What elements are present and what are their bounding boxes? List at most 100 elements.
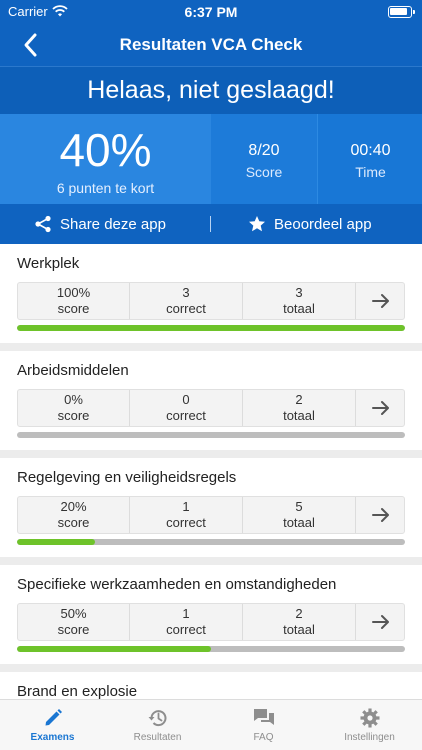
- action-bar: Share deze app Beoordeel app: [0, 204, 422, 244]
- category-progress-bar: [17, 539, 405, 545]
- metric-value: 1: [182, 499, 190, 514]
- share-app-button[interactable]: Share deze app: [34, 204, 166, 244]
- correct-metric: 3 correct: [129, 283, 242, 319]
- category-title: Regelgeving en veiligheidsregels: [17, 469, 237, 486]
- metric-label: score: [57, 408, 90, 423]
- category-card-arbeidsmiddelen: Arbeidsmiddelen 0% score 0 correct 2 totaal: [0, 351, 422, 450]
- page-title: Resultaten VCA Check: [119, 35, 303, 54]
- arrow-right-icon: [372, 508, 389, 522]
- result-headline: Helaas, niet geslaagd!: [0, 66, 422, 114]
- metric-label: score: [57, 622, 90, 637]
- time-value: 00:40: [350, 142, 391, 159]
- battery-icon: [388, 6, 415, 18]
- metric-value: 2: [295, 392, 303, 407]
- score-metric: 100% score: [18, 283, 129, 319]
- metric-label: correct: [166, 408, 206, 423]
- score-metric: 0% score: [18, 390, 129, 426]
- category-metrics: 100% score 3 correct 3 totaal: [17, 282, 405, 320]
- category-detail-button[interactable]: [355, 283, 406, 319]
- category-title: Brand en explosie: [17, 683, 138, 699]
- metric-value: 50%: [60, 606, 87, 621]
- rate-app-button[interactable]: Beoordeel app: [248, 204, 372, 244]
- metric-value: 3: [295, 285, 303, 300]
- metric-label: totaal: [283, 622, 315, 637]
- category-card-werkplek: Werkplek 100% score 3 correct 3 totaal: [0, 244, 422, 343]
- category-detail-button[interactable]: [355, 390, 406, 426]
- category-detail-button[interactable]: [355, 604, 406, 640]
- status-bar: Carrier 6:37 PM: [0, 0, 422, 24]
- metric-label: totaal: [283, 408, 315, 423]
- metric-value: 2: [295, 606, 303, 621]
- metric-value: 100%: [56, 285, 91, 300]
- metric-label: correct: [166, 301, 206, 316]
- category-card-regelgeving: Regelgeving en veiligheidsregels 20% scor…: [0, 458, 422, 557]
- tab-label: FAQ: [253, 732, 274, 743]
- nav-bar: Resultaten VCA Check: [0, 24, 422, 66]
- history-icon: [148, 710, 166, 727]
- tab-label: Instellingen: [344, 732, 395, 743]
- tab-label: Resultaten: [133, 732, 182, 743]
- arrow-right-icon: [372, 401, 389, 415]
- category-title: Specifieke werkzaamheden en omstandighed…: [17, 576, 337, 593]
- metric-value: 5: [295, 499, 303, 514]
- star-icon: [249, 216, 265, 232]
- category-progress-bar: [17, 646, 405, 652]
- category-progress-bar: [17, 325, 405, 331]
- progress-fill: [17, 539, 95, 545]
- tab-instellingen[interactable]: Instellingen: [317, 700, 422, 750]
- score-label: Score: [245, 164, 283, 180]
- category-progress-bar: [17, 432, 405, 438]
- arrow-right-icon: [372, 615, 389, 629]
- percentage-block: 40% 6 punten te kort: [0, 114, 211, 204]
- share-app-label: Share deze app: [60, 215, 166, 233]
- total-metric: 3 totaal: [242, 283, 355, 319]
- total-metric: 2 totaal: [242, 604, 355, 640]
- category-card-specifieke-werkzaamheden: Specifieke werkzaamheden en omstandighed…: [0, 565, 422, 664]
- chat-icon: [253, 709, 274, 725]
- time-cell: 00:40 Time: [317, 114, 422, 204]
- progress-fill: [17, 646, 211, 652]
- action-separator: [210, 216, 211, 232]
- shortfall-text: 6 punten te kort: [56, 180, 155, 196]
- metric-label: score: [57, 301, 90, 316]
- category-title: Arbeidsmiddelen: [17, 362, 129, 379]
- correct-metric: 1 correct: [129, 497, 242, 533]
- metric-value: 1: [182, 606, 190, 621]
- pencil-icon: [45, 709, 62, 726]
- metric-label: totaal: [283, 301, 315, 316]
- gear-icon: [360, 708, 379, 728]
- metric-value: 3: [182, 285, 190, 300]
- correct-metric: 1 correct: [129, 604, 242, 640]
- total-metric: 5 totaal: [242, 497, 355, 533]
- metric-value: 0: [182, 392, 190, 407]
- score-metric: 50% score: [18, 604, 129, 640]
- tab-bar: Examens Resultaten FAQ Instellingen: [0, 699, 422, 750]
- percentage-value: 40%: [59, 124, 152, 176]
- tab-resultaten[interactable]: Resultaten: [105, 700, 210, 750]
- category-title: Werkplek: [17, 255, 80, 272]
- category-metrics: 20% score 1 correct 5 totaal: [17, 496, 405, 534]
- metric-value: 20%: [60, 499, 87, 514]
- score-metric: 20% score: [18, 497, 129, 533]
- metric-label: correct: [166, 622, 206, 637]
- total-metric: 2 totaal: [242, 390, 355, 426]
- clock: 6:37 PM: [184, 4, 238, 20]
- tab-faq[interactable]: FAQ: [211, 700, 316, 750]
- rate-app-label: Beoordeel app: [274, 215, 372, 233]
- metric-label: score: [57, 515, 90, 530]
- time-label: Time: [355, 164, 386, 180]
- share-icon: [35, 215, 51, 233]
- score-cell: 8/20 Score: [211, 114, 317, 204]
- arrow-right-icon: [372, 294, 389, 308]
- tab-label: Examens: [30, 732, 75, 743]
- progress-fill: [17, 325, 405, 331]
- tab-examens[interactable]: Examens: [0, 700, 105, 750]
- metric-value: 0%: [64, 392, 83, 407]
- result-stats: 40% 6 punten te kort 8/20 Score 00:40 Ti…: [0, 114, 422, 204]
- metric-label: correct: [166, 515, 206, 530]
- correct-metric: 0 correct: [129, 390, 242, 426]
- category-card-brand-en-explosie: Brand en explosie: [0, 672, 422, 699]
- category-list[interactable]: Werkplek 100% score 3 correct 3 totaal Arbe…: [0, 244, 422, 699]
- category-detail-button[interactable]: [355, 497, 406, 533]
- metric-label: totaal: [283, 515, 315, 530]
